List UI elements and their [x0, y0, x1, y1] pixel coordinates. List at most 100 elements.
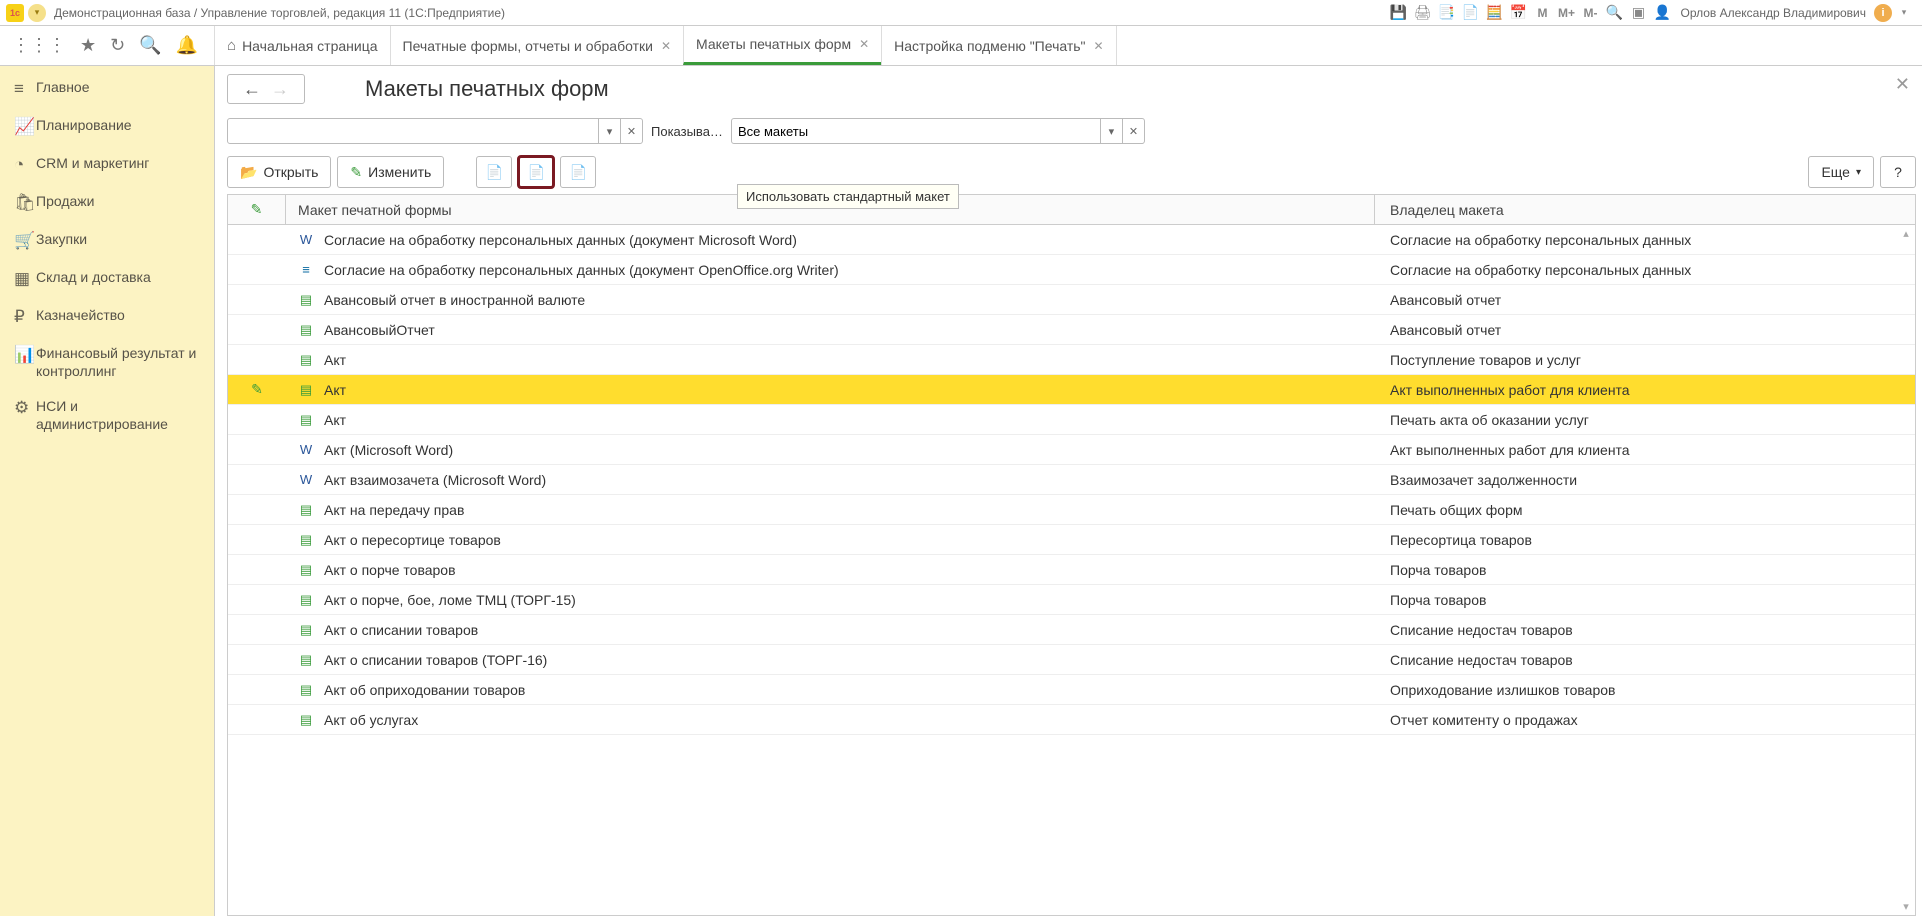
sidebar-item[interactable]: 📈Планирование — [0, 108, 214, 146]
sidebar-item-label: Казначейство — [36, 307, 125, 325]
table-row[interactable]: ▤ Акт Печать акта об оказании услуг — [228, 405, 1915, 435]
table-row[interactable]: ▤ Акт о порче товаров Порча товаров — [228, 555, 1915, 585]
table-row[interactable]: ✎ ▤ Акт Акт выполненных работ для клиент… — [228, 375, 1915, 405]
memory-m-button[interactable]: M — [1532, 3, 1552, 23]
sidebar-item[interactable]: ▦Склад и доставка — [0, 260, 214, 298]
more-button[interactable]: Еще ▾ — [1808, 156, 1874, 188]
search-input[interactable] — [228, 124, 598, 139]
sidebar-item[interactable]: ₽Казначейство — [0, 298, 214, 336]
row-status-cell — [228, 645, 286, 674]
tab-templates[interactable]: Макеты печатных форм ✕ — [683, 26, 882, 65]
sidebar-icon: ₽ — [14, 307, 36, 327]
table-row[interactable]: W Акт (Microsoft Word) Акт выполненных р… — [228, 435, 1915, 465]
row-name-cell: ▤ Акт — [286, 375, 1375, 404]
toolbar-row: ⋮⋮⋮ ★ ↻ 🔍 🔔 ⌂ Начальная страница Печатны… — [0, 26, 1922, 66]
close-icon[interactable]: ✕ — [859, 37, 869, 51]
show-filter-field[interactable]: ▾ ✕ — [731, 118, 1145, 144]
edit-button[interactable]: ✎ Изменить — [337, 156, 444, 188]
memory-mplus-button[interactable]: M+ — [1556, 3, 1576, 23]
tab-print-menu-setup[interactable]: Настройка подменю "Печать" ✕ — [881, 26, 1116, 65]
table-row[interactable]: ▤ Акт об услугах Отчет комитенту о прода… — [228, 705, 1915, 735]
row-name-text: Акт — [324, 412, 346, 428]
row-owner-cell: Пересортица товаров — [1375, 525, 1915, 554]
save-icon[interactable]: 💾 — [1388, 3, 1408, 23]
search-icon[interactable]: 🔍 — [139, 35, 161, 56]
doc-type-icon: ▤ — [298, 622, 314, 638]
compare-icon[interactable]: 📑 — [1436, 3, 1456, 23]
template-standard-icon: 📄 — [528, 164, 545, 181]
tab-home[interactable]: ⌂ Начальная страница — [214, 26, 391, 65]
button-label: Открыть — [263, 164, 318, 180]
doc-type-icon: ▤ — [298, 502, 314, 518]
row-status-cell — [228, 585, 286, 614]
table-row[interactable]: ▤ АвансовыйОтчет Авансовый отчет — [228, 315, 1915, 345]
doc-type-icon: ▤ — [298, 682, 314, 698]
sidebar-item[interactable]: 🛒Закупки — [0, 222, 214, 260]
close-icon[interactable]: ✕ — [661, 39, 671, 53]
clear-button[interactable]: ✕ — [1122, 119, 1144, 143]
app-menu-dropdown[interactable]: ▾ — [28, 4, 46, 22]
table-row[interactable]: ▤ Акт Поступление товаров и услуг — [228, 345, 1915, 375]
row-owner-cell: Взаимозачет задолженности — [1375, 465, 1915, 494]
nav-back-button[interactable]: ← — [243, 79, 261, 100]
table-row[interactable]: ≡ Согласие на обработку персональных дан… — [228, 255, 1915, 285]
row-status-cell — [228, 615, 286, 644]
info-dropdown[interactable]: ▾ — [1894, 3, 1914, 23]
row-status-cell: ✎ — [228, 375, 286, 404]
apps-icon[interactable]: ⋮⋮⋮ — [12, 35, 66, 56]
show-filter-input[interactable] — [732, 124, 1100, 139]
tab-print-forms[interactable]: Печатные формы, отчеты и обработки ✕ — [390, 26, 684, 65]
sidebar-item[interactable]: ≡Главное — [0, 70, 214, 108]
table-body[interactable]: ▴▾ W Согласие на обработку персональных … — [228, 225, 1915, 915]
sidebar-item[interactable]: 🛍Продажи — [0, 184, 214, 222]
bell-icon[interactable]: 🔔 — [176, 35, 198, 56]
preview-icon[interactable]: 📄 — [1460, 3, 1480, 23]
table-row[interactable]: ▤ Авансовый отчет в иностранной валюте А… — [228, 285, 1915, 315]
table-row[interactable]: ▤ Акт об оприходовании товаров Оприходов… — [228, 675, 1915, 705]
table-row[interactable]: ▤ Акт на передачу прав Печать общих форм — [228, 495, 1915, 525]
memory-mminus-button[interactable]: M- — [1580, 3, 1600, 23]
use-modified-template-button[interactable]: 📄 — [476, 156, 512, 188]
sidebar-item[interactable]: ⚙НСИ и администрирование — [0, 389, 214, 442]
user-name[interactable]: Орлов Александр Владимирович — [1680, 6, 1866, 20]
table-row[interactable]: W Согласие на обработку персональных дан… — [228, 225, 1915, 255]
calculator-icon[interactable]: 🧮 — [1484, 3, 1504, 23]
sidebar-item[interactable]: ◔CRM и маркетинг — [0, 146, 214, 184]
template-modified-icon: 📄 — [486, 164, 503, 181]
chevron-down-icon: ▾ — [1856, 167, 1861, 178]
help-button[interactable]: ? — [1880, 156, 1916, 188]
sidebar-item[interactable]: 📊Финансовый результат и контроллинг — [0, 336, 214, 389]
row-name-cell: ▤ Акт о списании товаров — [286, 615, 1375, 644]
zoom-icon[interactable]: 🔍 — [1604, 3, 1624, 23]
calendar-icon[interactable]: 📅 — [1508, 3, 1528, 23]
clear-button[interactable]: ✕ — [620, 119, 642, 143]
dropdown-button[interactable]: ▾ — [1100, 119, 1122, 143]
history-icon[interactable]: ↻ — [110, 35, 125, 56]
close-page-button[interactable]: ✕ — [1895, 74, 1910, 95]
col-status-header[interactable]: ✎ — [228, 195, 286, 224]
delete-modified-template-button[interactable]: 📄 — [560, 156, 596, 188]
use-standard-template-button[interactable]: 📄 — [518, 156, 554, 188]
sidebar-item-label: НСИ и администрирование — [36, 398, 204, 433]
table-row[interactable]: ▤ Акт о списании товаров (ТОРГ-16) Списа… — [228, 645, 1915, 675]
dropdown-button[interactable]: ▾ — [598, 119, 620, 143]
star-icon[interactable]: ★ — [80, 35, 96, 56]
row-owner-cell: Порча товаров — [1375, 585, 1915, 614]
doc-type-icon: W — [298, 472, 314, 488]
open-button[interactable]: 📂 Открыть — [227, 156, 331, 188]
table-row[interactable]: ▤ Акт о пересортице товаров Пересортица … — [228, 525, 1915, 555]
close-icon[interactable]: ✕ — [1094, 39, 1104, 53]
row-status-cell — [228, 255, 286, 284]
col-owner-header[interactable]: Владелец макета — [1375, 195, 1915, 224]
edit-icon: ✎ — [251, 201, 263, 218]
panel-icon[interactable]: ▣ — [1628, 3, 1648, 23]
table-row[interactable]: W Акт взаимозачета (Microsoft Word) Взаи… — [228, 465, 1915, 495]
row-owner-cell: Печать акта об оказании услуг — [1375, 405, 1915, 434]
row-name-cell: ▤ Акт об услугах — [286, 705, 1375, 734]
table-row[interactable]: ▤ Акт о порче, бое, ломе ТМЦ (ТОРГ-15) П… — [228, 585, 1915, 615]
print-icon[interactable]: 🖨 — [1412, 3, 1432, 23]
info-icon[interactable]: i — [1874, 4, 1892, 22]
search-field[interactable]: ▾ ✕ — [227, 118, 643, 144]
table-row[interactable]: ▤ Акт о списании товаров Списание недост… — [228, 615, 1915, 645]
nav-forward-button[interactable]: → — [271, 79, 289, 100]
